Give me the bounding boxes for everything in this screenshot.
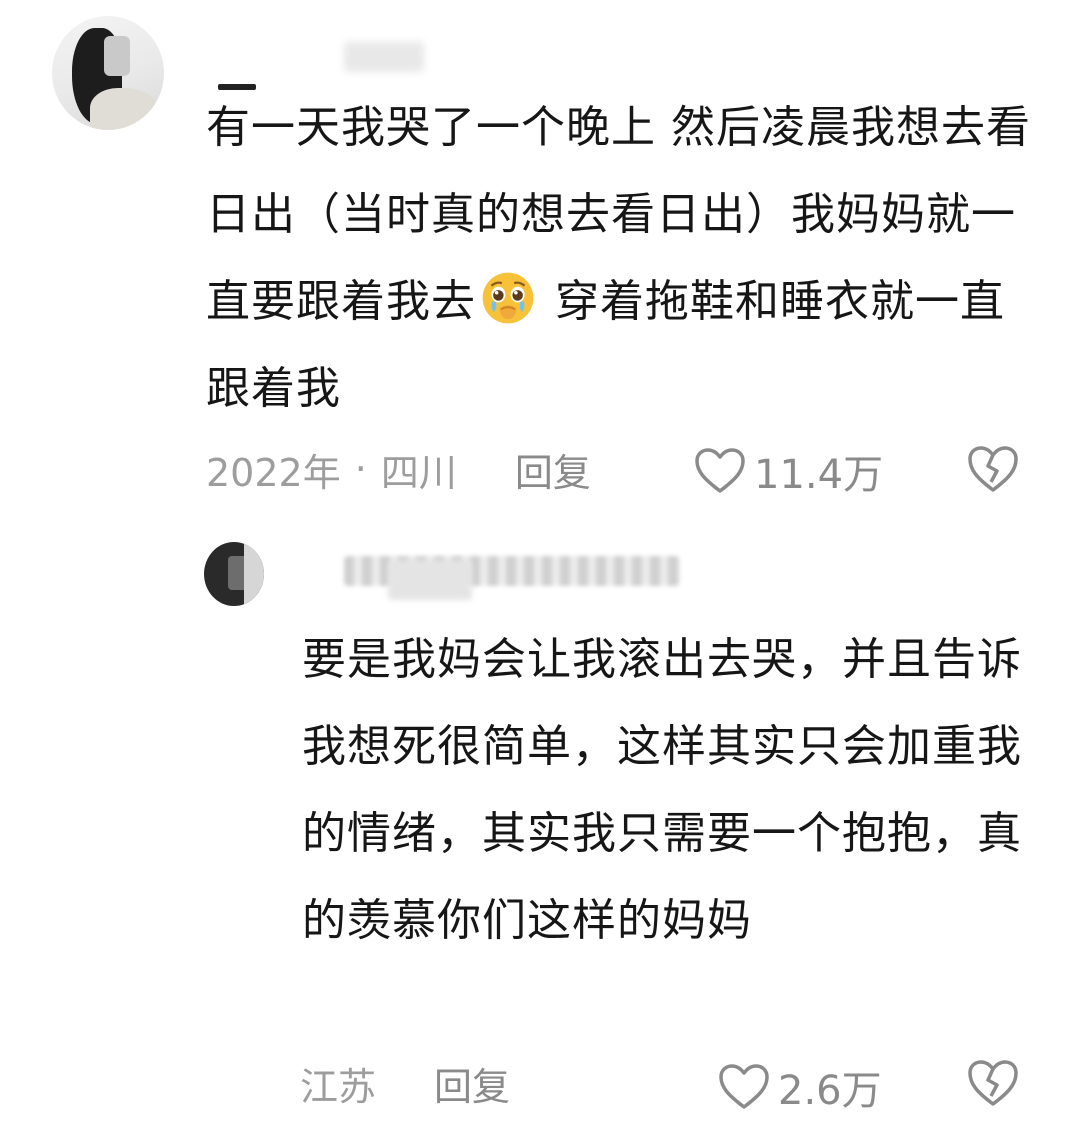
pleading-crying-face-emoji [482,272,534,324]
comment-like-count: 11.4万 [754,452,884,498]
reply-meta: 江苏 回复 [300,1056,1040,1111]
broken-heart-icon[interactable] [966,444,1020,494]
commenter-username-blurred[interactable] [344,42,424,72]
comment-like-button[interactable]: 11.4万 [694,442,883,500]
username-fragment [388,560,472,600]
reply-location: 江苏 [300,1064,377,1109]
replier-avatar[interactable] [204,542,264,606]
reply-like-count: 2.6万 [778,1068,882,1114]
comment-date: 2022年 [206,450,341,495]
comment-meta: 2022年 · 四川 回复 [206,442,1046,497]
comment-body: 有一天我哭了一个晚上 然后凌晨我想去看日出（当时真的想去看日出）我妈妈就一直要跟… [206,84,1046,432]
heart-outline-icon [719,1064,769,1109]
broken-heart-icon[interactable] [966,1058,1020,1108]
meta-separator: · [354,447,367,491]
reply-body: 要是我妈会让我滚出去哭，并且告诉我想死很简单，这样其实只会加重我的情绪，其实我只… [302,634,1022,946]
reply-reply-button[interactable]: 回复 [434,1056,510,1111]
reply-like-button[interactable]: 2.6万 [718,1058,882,1116]
comment-location: 四川 [380,450,457,495]
avatar-light-area [244,542,264,606]
avatar-face-blur [104,36,130,76]
avatar-shoulder [90,88,160,130]
commenter-avatar[interactable] [52,16,164,130]
heart-outline-icon [695,448,745,493]
comment-reply-button[interactable]: 回复 [515,442,591,497]
